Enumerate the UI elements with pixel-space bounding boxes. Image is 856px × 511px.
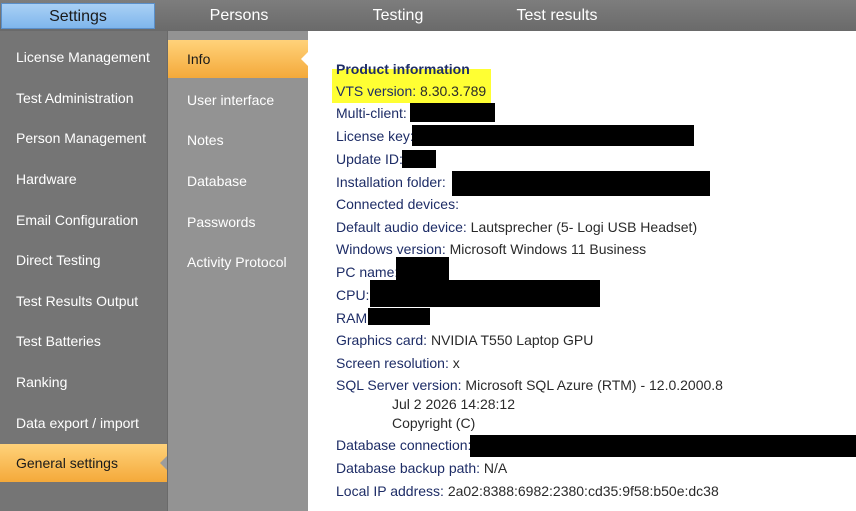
tab-settings[interactable]: Settings [1,3,155,29]
nav-data-export-import[interactable]: Data export / import [0,404,167,442]
product-information-panel: Product information VTS version: 8.30.3.… [308,31,856,511]
sql-server-value: Microsoft SQL Azure (RTM) - 12.0.2000.8 [465,377,723,393]
license-key-row: License key: [336,128,414,144]
vts-version-row: VTS version: 8.30.3.789 [336,83,486,99]
nav-hardware[interactable]: Hardware [0,160,167,198]
nav-test-results-output[interactable]: Test Results Output [0,282,167,320]
vts-version-label: VTS version: [336,83,417,99]
audio-device-label: Default audio device: [336,219,467,235]
audio-device-row: Default audio device: Lautsprecher (5- L… [336,219,697,235]
screen-resolution-label: Screen resolution: [336,355,449,371]
general-settings-subnav: Info User interface Notes Database Passw… [167,31,309,511]
pc-name-label: PC name: [336,264,399,280]
database-backup-label: Database backup path: [336,460,480,476]
database-backup-value: N/A [483,460,508,476]
windows-version-row: Windows version: Microsoft Windows 11 Bu… [336,241,646,257]
redacted-installation-folder [452,171,710,196]
update-id-label: Update ID: [336,151,403,167]
top-tab-bar: Settings Persons Testing Test results [0,0,856,31]
nav-general-settings[interactable]: General settings [0,444,168,482]
nav-email-configuration[interactable]: Email Configuration [0,201,167,239]
nav-test-administration[interactable]: Test Administration [0,79,167,117]
subnav-passwords[interactable]: Passwords [168,203,308,241]
database-connection-label: Database connection: [336,437,472,453]
redacted-database-connection [470,435,856,457]
installation-folder-row: Installation folder: [336,174,446,190]
nav-ranking[interactable]: Ranking [0,363,167,401]
update-id-row: Update ID: [336,151,403,167]
tab-test-results[interactable]: Test results [487,0,627,31]
local-ip-label: Local IP address: [336,483,444,499]
graphics-card-value: NVIDIA T550 Laptop GPU [430,332,594,348]
ram-row: RAM: [336,310,371,326]
cpu-row: CPU: [336,287,369,303]
subnav-notes[interactable]: Notes [168,121,308,159]
nav-license-management[interactable]: License Management [0,38,167,76]
redacted-multi-client [410,103,495,122]
subnav-database[interactable]: Database [168,162,308,200]
local-ip-value: 2a02:8388:6982:2380:cd35:9f58:b50e:dc38 [447,483,719,499]
sql-server-row: SQL Server version: Microsoft SQL Azure … [336,377,723,393]
windows-version-label: Windows version: [336,241,446,257]
subnav-info[interactable]: Info [168,40,309,78]
subnav-info-label: Info [187,51,211,67]
nav-general-settings-label: General settings [16,455,118,471]
cpu-label: CPU: [336,287,370,303]
connected-devices-label: Connected devices: [336,196,459,212]
tab-persons[interactable]: Persons [169,0,309,31]
vts-version-value: 8.30.3.789 [420,83,487,99]
windows-version-value: Microsoft Windows 11 Business [449,241,647,257]
redacted-ram [368,308,430,325]
database-backup-row: Database backup path: N/A [336,460,507,476]
product-information-heading: Product information [336,61,470,77]
screen-resolution-value: x [452,355,460,371]
pc-name-row: PC name: [336,264,398,280]
graphics-card-row: Graphics card: NVIDIA T550 Laptop GPU [336,332,593,348]
graphics-card-label: Graphics card: [336,332,428,348]
subnav-activity-protocol[interactable]: Activity Protocol [168,243,308,281]
settings-category-nav: License Management Test Administration P… [0,31,168,511]
sql-server-label: SQL Server version: [336,377,462,393]
sql-server-copyright: Copyright (C) [392,415,476,431]
multi-client-label: Multi-client: [336,105,407,121]
nav-direct-testing[interactable]: Direct Testing [0,241,167,279]
connected-devices-row: Connected devices: [336,196,459,212]
ram-label: RAM: [336,310,371,326]
sql-server-date: Jul 2 2026 14:28:12 [392,396,515,412]
screen-resolution-row: Screen resolution: x [336,355,460,371]
tab-testing[interactable]: Testing [328,0,468,31]
redacted-cpu [370,280,600,307]
redacted-update-id [402,150,436,168]
nav-person-management[interactable]: Person Management [0,119,167,157]
license-key-label: License key: [336,128,414,144]
audio-device-value: Lautsprecher (5- Logi USB Headset) [470,219,698,235]
subnav-user-interface[interactable]: User interface [168,81,308,119]
installation-folder-label: Installation folder: [336,174,446,190]
multi-client-row: Multi-client: [336,105,407,121]
redacted-license-key [412,125,694,146]
database-connection-row: Database connection: [336,437,471,453]
redacted-pc-name [396,257,449,281]
local-ip-row: Local IP address: 2a02:8388:6982:2380:cd… [336,483,719,499]
nav-test-batteries[interactable]: Test Batteries [0,322,167,360]
